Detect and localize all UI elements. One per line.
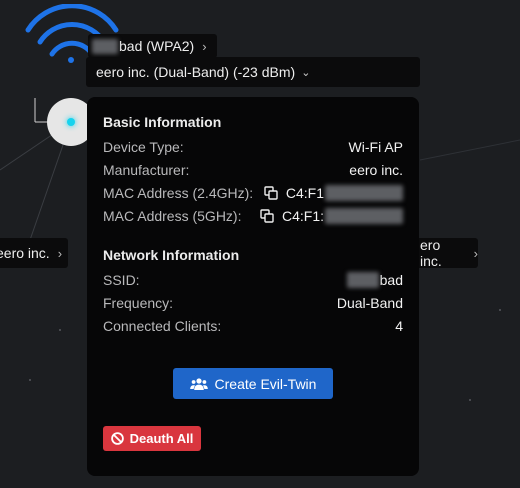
redacted-ssid xyxy=(346,271,379,288)
connected-clients-row: Connected Clients: 4 xyxy=(103,314,403,337)
deauth-all-button[interactable]: Deauth All xyxy=(103,426,201,451)
manufacturer-label: Manufacturer: xyxy=(103,161,190,178)
ssid-node[interactable]: bad (WPA2) › xyxy=(88,34,217,58)
right-device-node[interactable]: ero inc. › xyxy=(410,237,478,269)
redacted-ssid-prefix xyxy=(92,38,118,54)
manufacturer-row: Manufacturer: eero inc. xyxy=(103,158,403,181)
chevron-right-icon: › xyxy=(57,245,63,261)
mac-5ghz-label: MAC Address (5GHz): xyxy=(103,207,242,224)
mac-5ghz-value: C4:F1: xyxy=(281,207,324,224)
device-select[interactable]: eero inc. (Dual-Band) (-23 dBm) ⌄ xyxy=(86,57,420,87)
manufacturer-value: eero inc. xyxy=(349,161,403,178)
create-evil-twin-label: Create Evil-Twin xyxy=(214,375,317,392)
redacted-mac xyxy=(325,207,403,224)
mac-5ghz-row: MAC Address (5GHz): C4:F1: xyxy=(103,204,403,227)
mac-5ghz-value-group: C4:F1: xyxy=(260,207,403,224)
device-type-row: Device Type: Wi-Fi AP xyxy=(103,135,403,158)
device-details-panel: Basic Information Device Type: Wi-Fi AP … xyxy=(87,97,419,476)
ban-icon xyxy=(110,432,124,445)
mac-24ghz-row: MAC Address (2.4GHz): C4:F1 xyxy=(103,181,403,204)
redacted-mac xyxy=(325,184,403,201)
deauth-all-label: Deauth All xyxy=(129,431,194,446)
chevron-right-icon: › xyxy=(202,38,207,54)
basic-info-title: Basic Information xyxy=(103,114,222,130)
left-device-node[interactable]: eero inc. › xyxy=(0,238,68,268)
connected-clients-value: 4 xyxy=(395,317,403,334)
chevron-down-icon: ⌄ xyxy=(301,66,311,79)
frequency-value: Dual-Band xyxy=(336,294,403,311)
create-evil-twin-button[interactable]: Create Evil-Twin xyxy=(173,368,333,399)
copy-icon[interactable] xyxy=(260,208,274,223)
ssid-value-group: bad xyxy=(346,271,403,288)
network-info-title: Network Information xyxy=(103,247,240,263)
device-type-value: Wi-Fi AP xyxy=(348,138,403,155)
users-icon xyxy=(189,377,208,391)
connected-clients-label: Connected Clients: xyxy=(103,317,222,334)
mac-24ghz-value-group: C4:F1 xyxy=(264,184,403,201)
mac-24ghz-value: C4:F1 xyxy=(285,184,324,201)
copy-icon[interactable] xyxy=(264,185,278,200)
ssid-row: SSID: bad xyxy=(103,268,403,291)
access-point-indicator xyxy=(67,118,75,126)
ssid-node-label: bad (WPA2) xyxy=(119,38,195,54)
chevron-right-icon: › xyxy=(473,245,478,261)
mac-24ghz-label: MAC Address (2.4GHz): xyxy=(103,184,254,201)
device-select-label: eero inc. (Dual-Band) (-23 dBm) xyxy=(96,64,296,80)
frequency-label: Frequency: xyxy=(103,294,174,311)
ssid-value: bad xyxy=(379,271,403,288)
right-device-label: ero inc. xyxy=(420,237,442,269)
device-type-label: Device Type: xyxy=(103,138,184,155)
left-device-label: eero inc. xyxy=(0,245,50,261)
frequency-row: Frequency: Dual-Band xyxy=(103,291,403,314)
ssid-label: SSID: xyxy=(103,271,140,288)
